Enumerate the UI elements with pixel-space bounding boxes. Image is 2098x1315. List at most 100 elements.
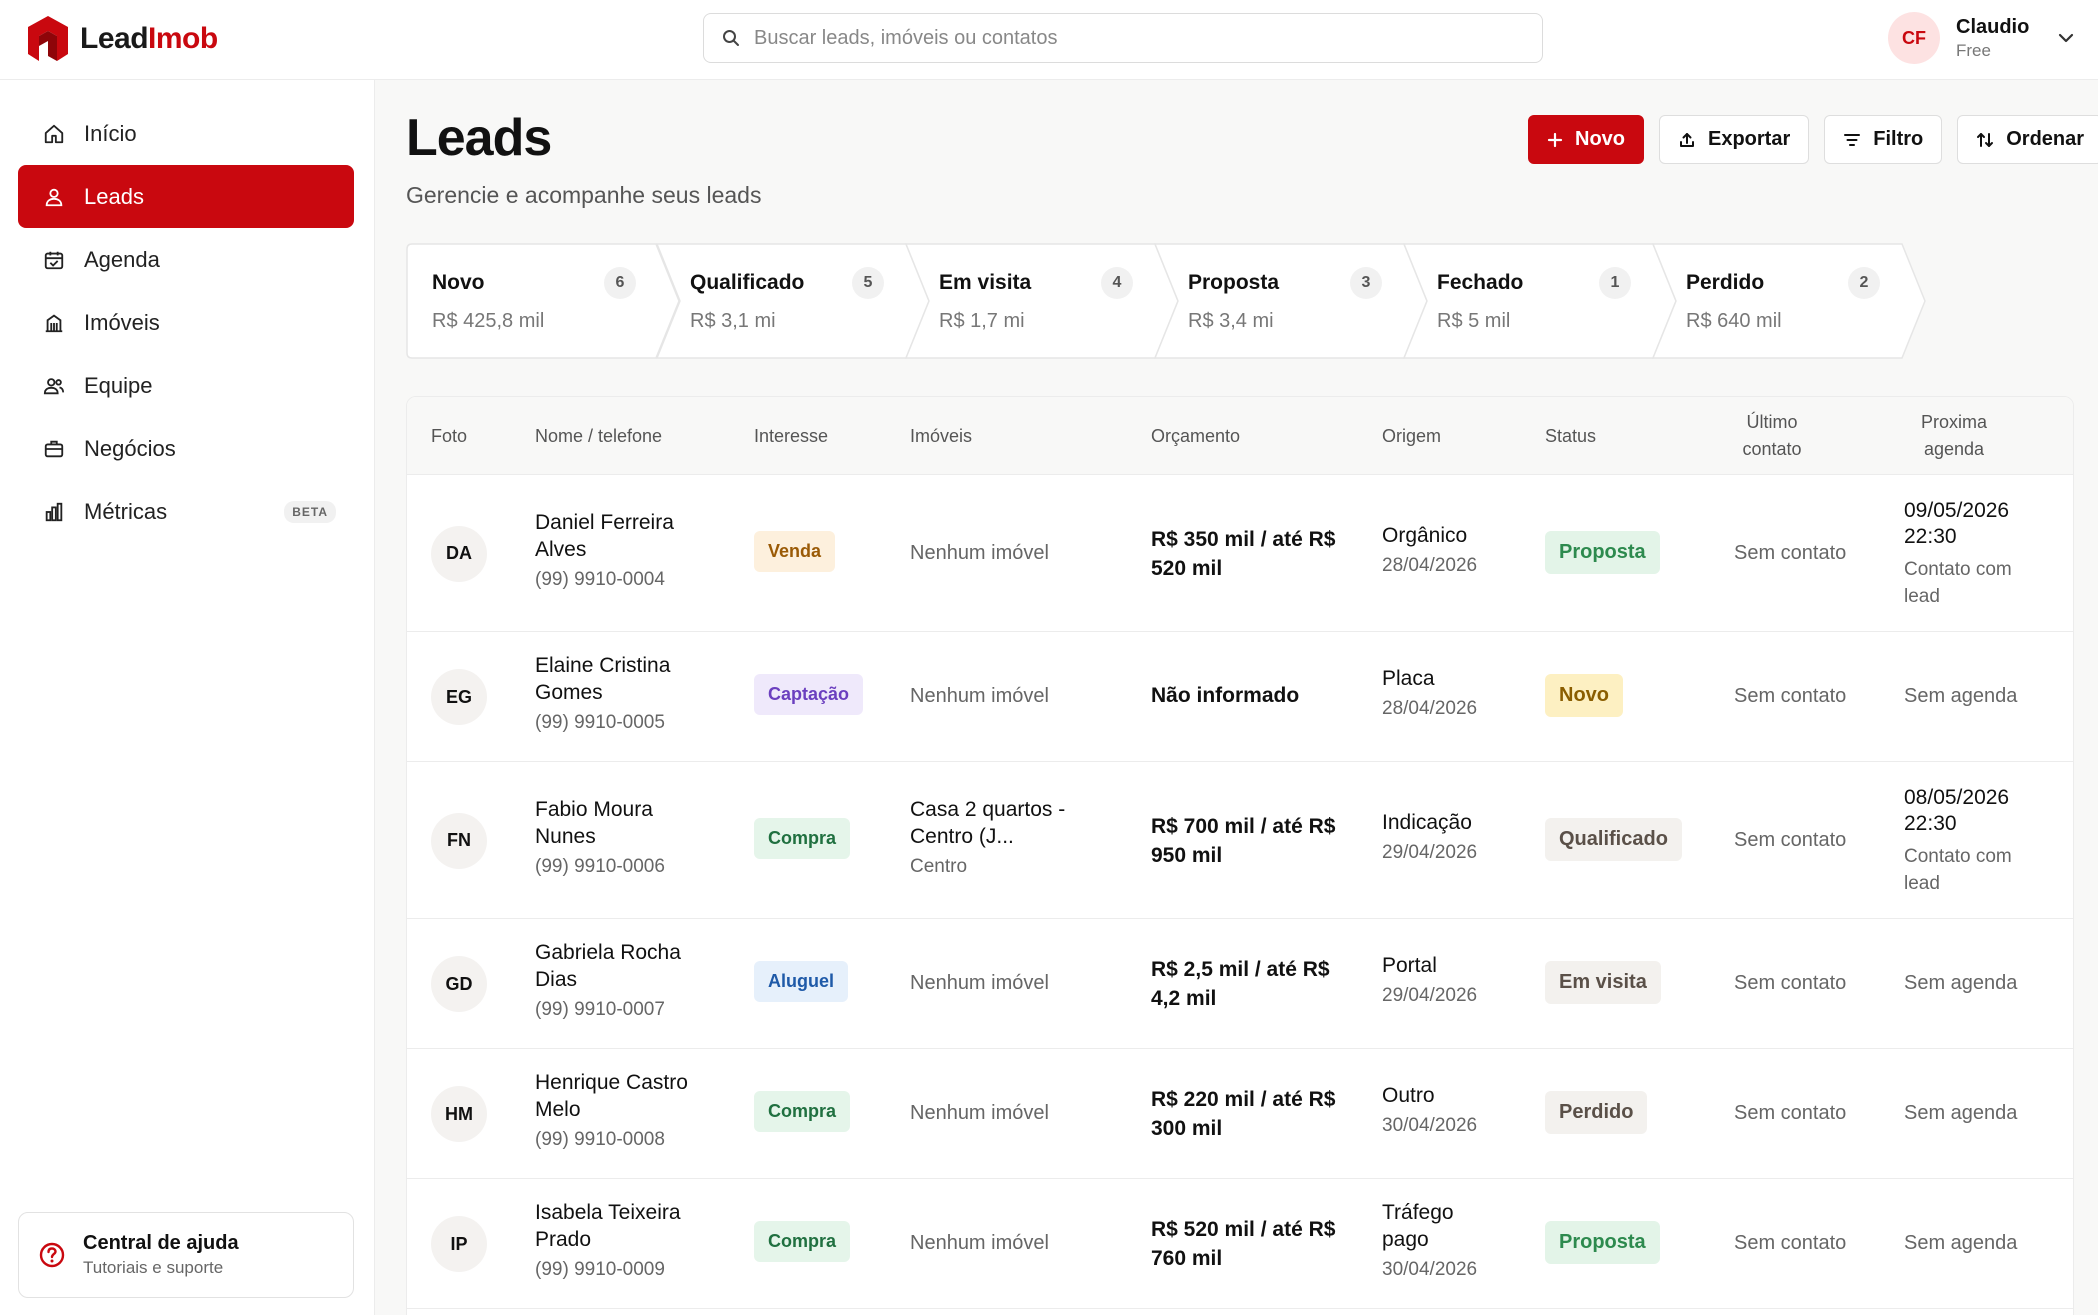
origin-date: 28/04/2026: [1382, 698, 1478, 719]
stage-proposta[interactable]: Proposta 3 R$ 3,4 mi: [1154, 243, 1428, 359]
lead-info[interactable]: Daniel Ferreira Alves (99) 9910-0004: [535, 509, 705, 591]
interest-cell: Compra: [754, 1221, 851, 1262]
table-row[interactable]: HM Henrique Castro Melo (99) 9910-0008 C…: [407, 1049, 2073, 1179]
next-agenda-cell[interactable]: 09/05/2026 22:30 Contato com lead: [1904, 498, 2034, 610]
status-badge[interactable]: Novo: [1545, 674, 1623, 717]
help-center-card[interactable]: Central de ajuda Tutoriais e suporte: [18, 1212, 354, 1298]
lead-name: Henrique Castro Melo: [535, 1071, 688, 1121]
status-badge[interactable]: Qualificado: [1545, 817, 1682, 861]
interest-cell: Captação: [754, 674, 864, 715]
sort-icon: [1977, 132, 1994, 147]
stage-novo[interactable]: Novo 6 R$ 425,8 mil: [406, 243, 680, 359]
col-photo[interactable]: Foto: [431, 423, 467, 450]
property-cell[interactable]: Nenhum imóvel: [910, 1100, 1090, 1127]
building-icon: [42, 311, 66, 335]
chevron-down-icon[interactable]: [2057, 32, 2075, 44]
property-name: Nenhum imóvel: [910, 541, 1049, 564]
sidebar-item-imoveis[interactable]: Imóveis: [18, 291, 354, 354]
interest-badge: Aluguel: [754, 961, 848, 1002]
user-menu[interactable]: CF Claudio Free: [1888, 12, 2075, 64]
table-row[interactable]: EG Elaine Cristina Gomes (99) 9910-0005 …: [407, 632, 2073, 762]
stage-fechado[interactable]: Fechado 1 R$ 5 mil: [1403, 243, 1677, 359]
users-icon: [42, 374, 66, 398]
new-lead-button[interactable]: Novo: [1528, 115, 1644, 164]
status-badge[interactable]: Em visita: [1545, 961, 1661, 1004]
sidebar-item-label: Início: [84, 120, 137, 146]
sidebar-item-negocios[interactable]: Negócios: [18, 417, 354, 480]
origin-name: Orgânico: [1382, 523, 1468, 547]
lead-phone: (99) 9910-0005: [535, 712, 665, 733]
stage-perdido[interactable]: Perdido 2 R$ 640 mil: [1652, 243, 1928, 359]
next-agenda-cell[interactable]: 08/05/2026 22:30 Contato com lead: [1904, 785, 2034, 897]
stage-value: R$ 1,7 mi: [939, 310, 1025, 332]
col-next-agenda[interactable]: Proxima agenda: [1894, 409, 2014, 463]
col-last-contact[interactable]: Último contato: [1712, 409, 1832, 463]
property-cell[interactable]: Nenhum imóvel: [910, 1230, 1090, 1257]
col-name[interactable]: Nome / telefone: [535, 423, 662, 450]
last-contact: Sem contato: [1734, 972, 1847, 994]
budget-value: R$ 2,5 mil / até R$ 4,2 mil: [1151, 958, 1330, 1010]
next-agenda-cell[interactable]: Sem agenda: [1904, 970, 2017, 997]
property-cell[interactable]: Casa 2 quartos - Centro (J... Centro: [910, 796, 1090, 878]
col-origin[interactable]: Origem: [1382, 423, 1441, 450]
lead-avatar: FN: [431, 812, 487, 869]
next-agenda-cell[interactable]: Sem agenda: [1904, 1230, 2017, 1257]
status-badge[interactable]: Proposta: [1545, 530, 1660, 574]
lead-info[interactable]: Gabriela Rocha Dias (99) 9910-0007: [535, 939, 705, 1021]
col-status[interactable]: Status: [1545, 423, 1596, 450]
property-name: Casa 2 quartos - Centro (J...: [910, 797, 1066, 848]
sort-label: Ordenar: [2006, 128, 2085, 150]
home-icon: [42, 122, 66, 146]
next-agenda-cell[interactable]: Sem agenda: [1904, 683, 2017, 710]
col-interest[interactable]: Interesse: [754, 423, 828, 450]
lead-info[interactable]: Fabio Moura Nunes (99) 9910-0006: [535, 796, 705, 878]
agenda-date: 08/05/2026 22:30: [1904, 785, 2010, 835]
lead-info[interactable]: Isabela Teixeira Prado (99) 9910-0009: [535, 1199, 705, 1281]
sidebar: Início Leads Agenda Imóveis Equipe Negóc…: [0, 80, 375, 1315]
table-row[interactable]: FN Fabio Moura Nunes (99) 9910-0006 Comp…: [407, 762, 2073, 919]
table-row[interactable]: DA Daniel Ferreira Alves (99) 9910-0004 …: [407, 475, 2073, 632]
briefcase-icon: [42, 437, 66, 461]
sidebar-item-agenda[interactable]: Agenda: [18, 228, 354, 291]
table-row[interactable]: IP Isabela Teixeira Prado (99) 9910-0009…: [407, 1179, 2073, 1309]
user-avatar: CF: [1888, 12, 1940, 64]
sidebar-item-label: Imóveis: [84, 309, 160, 335]
sidebar-item-metricas[interactable]: Métricas BETA: [18, 480, 354, 543]
search-box[interactable]: [703, 13, 1543, 63]
budget-value: R$ 700 mil / até R$ 950 mil: [1151, 814, 1336, 867]
status-badge[interactable]: Proposta: [1545, 1221, 1660, 1264]
next-agenda-cell[interactable]: Sem agenda: [1904, 1100, 2017, 1127]
status-cell: Novo: [1545, 674, 1623, 717]
interest-badge: Compra: [754, 1091, 851, 1132]
interest-cell: Compra: [754, 817, 851, 859]
stage-shape: [1154, 243, 1428, 359]
sidebar-item-inicio[interactable]: Início: [18, 102, 354, 165]
lead-info[interactable]: Henrique Castro Melo (99) 9910-0008: [535, 1069, 705, 1151]
filter-button[interactable]: Filtro: [1824, 115, 1943, 164]
col-budget[interactable]: Orçamento: [1151, 423, 1240, 450]
stage-em-visita[interactable]: Em visita 4 R$ 1,7 mi: [905, 243, 1179, 359]
property-name: Nenhum imóvel: [910, 1232, 1049, 1254]
stage-qualificado[interactable]: Qualificado 5 R$ 3,1 mi: [656, 243, 930, 359]
search-input[interactable]: [754, 26, 1514, 50]
logo[interactable]: LeadImob: [26, 14, 218, 64]
lead-info[interactable]: Elaine Cristina Gomes (99) 9910-0005: [535, 652, 705, 734]
table-row[interactable]: GD Gabriela Rocha Dias (99) 9910-0007 Al…: [407, 919, 2073, 1049]
lead-avatar: GD: [431, 956, 487, 1012]
status-badge[interactable]: Perdido: [1545, 1091, 1648, 1134]
stage-name: Proposta: [1188, 271, 1280, 294]
sort-button[interactable]: Ordenar: [1957, 115, 2098, 164]
property-cell[interactable]: Nenhum imóvel: [910, 540, 1090, 567]
lead-phone: (99) 9910-0007: [535, 999, 665, 1020]
origin-cell: Tráfego pago 30/04/2026: [1382, 1199, 1492, 1281]
export-button[interactable]: Exportar: [1659, 115, 1810, 164]
budget-value: R$ 220 mil / até R$ 300 mil: [1151, 1088, 1336, 1140]
col-properties[interactable]: Imóveis: [910, 423, 972, 450]
stage-shape: [656, 243, 930, 359]
interest-badge: Captação: [754, 674, 864, 715]
property-cell[interactable]: Nenhum imóvel: [910, 970, 1090, 997]
sidebar-item-equipe[interactable]: Equipe: [18, 354, 354, 417]
property-cell[interactable]: Nenhum imóvel: [910, 683, 1090, 710]
stage-name: Novo: [432, 271, 485, 294]
sidebar-item-leads[interactable]: Leads: [18, 165, 354, 228]
